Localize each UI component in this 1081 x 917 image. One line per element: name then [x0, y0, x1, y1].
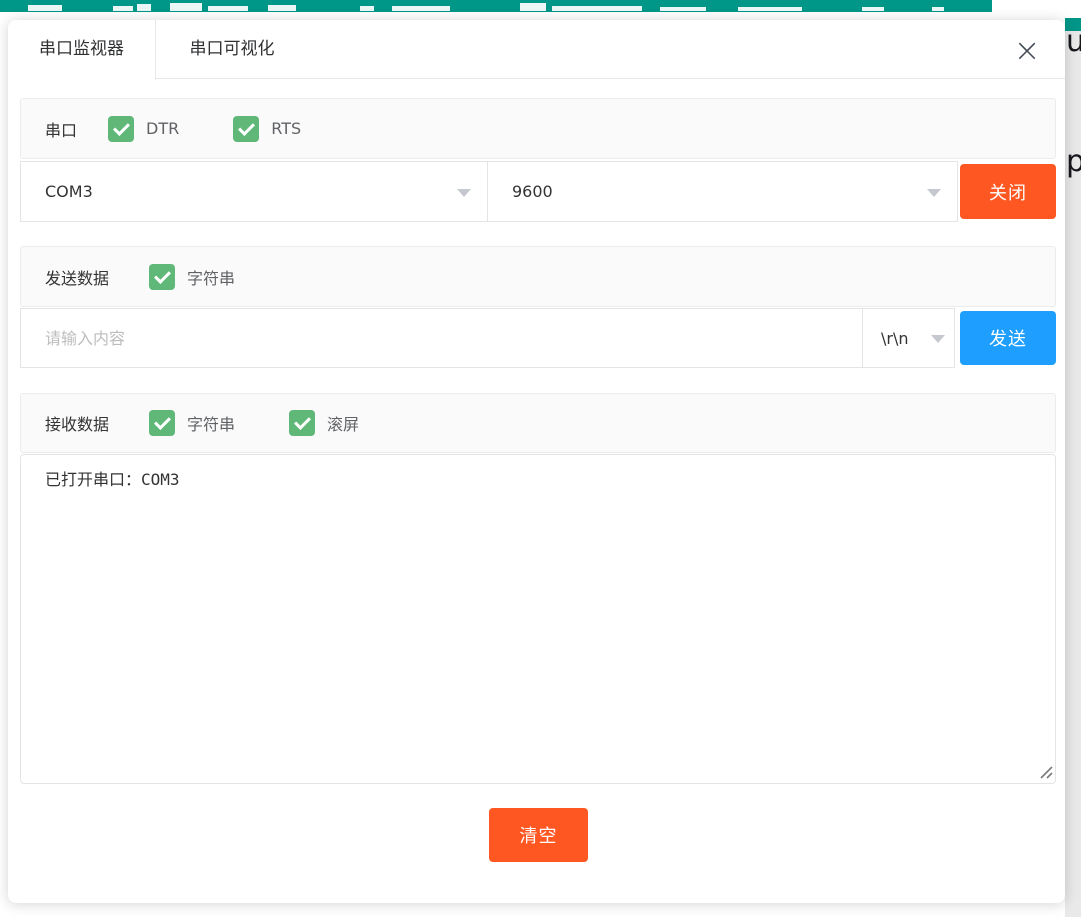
- toolbar-fragment: [392, 6, 450, 11]
- send-string-checkbox[interactable]: [149, 264, 175, 290]
- dtr-label: DTR: [146, 119, 179, 138]
- receive-output[interactable]: 已打开串口：COM3: [20, 454, 1056, 784]
- receive-output-prefix: 已打开串口：: [45, 470, 141, 489]
- toolbar-fragment: [862, 7, 884, 11]
- receive-section-header: 接收数据 字符串 滚屏: [20, 393, 1056, 453]
- toolbar-fragment: [932, 7, 944, 11]
- autoscroll-checkbox[interactable]: [289, 410, 315, 436]
- receive-output-value: COM3: [141, 470, 180, 489]
- receive-string-label: 字符串: [187, 411, 235, 435]
- receive-section-title: 接收数据: [45, 411, 109, 435]
- port-select[interactable]: COM3: [20, 161, 488, 222]
- chevron-down-icon: [457, 189, 471, 197]
- chevron-down-icon: [931, 335, 945, 343]
- serial-section-title: 串口: [45, 117, 77, 141]
- dialog-tabbar: 串口监视器 串口可视化 ×: [8, 20, 1065, 79]
- chevron-down-icon: [927, 189, 941, 197]
- send-string-label: 字符串: [187, 265, 235, 289]
- baud-select[interactable]: 9600: [487, 161, 958, 222]
- toolbar-fragment: [113, 6, 133, 11]
- toolbar-fragment: [137, 4, 151, 11]
- dtr-checkbox[interactable]: [108, 116, 134, 142]
- toolbar-fragment: [552, 6, 642, 11]
- port-close-button[interactable]: 关闭: [960, 164, 1056, 219]
- receive-string-checkbox[interactable]: [149, 410, 175, 436]
- background-panel: [1065, 0, 1081, 18]
- background-toolbar: [0, 0, 992, 12]
- toolbar-fragment: [520, 3, 546, 11]
- background-clipped-text: u: [1066, 24, 1081, 59]
- close-icon[interactable]: ×: [1007, 28, 1047, 72]
- toolbar-fragment: [738, 7, 802, 11]
- toolbar-fragment: [660, 7, 706, 11]
- rts-checkbox[interactable]: [233, 116, 259, 142]
- line-ending-value: \r\n: [881, 329, 909, 348]
- toolbar-fragment: [268, 5, 296, 11]
- baud-select-value: 9600: [512, 182, 553, 201]
- tab-serial-monitor[interactable]: 串口监视器: [8, 20, 156, 80]
- clear-button[interactable]: 清空: [489, 808, 588, 862]
- toolbar-fragment: [170, 3, 202, 11]
- rts-label: RTS: [271, 119, 301, 138]
- send-section-title: 发送数据: [45, 265, 109, 289]
- serial-section-header: 串口 DTR RTS: [20, 98, 1056, 159]
- resize-handle-icon[interactable]: [1038, 764, 1054, 780]
- line-ending-select[interactable]: \r\n: [862, 308, 955, 368]
- port-select-value: COM3: [45, 182, 93, 201]
- send-input[interactable]: [20, 308, 863, 368]
- toolbar-fragment: [28, 5, 62, 11]
- background-clipped-text: p: [1066, 144, 1081, 179]
- send-button[interactable]: 发送: [960, 311, 1056, 365]
- toolbar-fragment: [360, 6, 374, 11]
- tab-serial-visualization[interactable]: 串口可视化: [156, 20, 308, 79]
- send-section-header: 发送数据 字符串: [20, 246, 1056, 307]
- toolbar-fragment: [208, 6, 248, 11]
- background-page-edge: u p: [1065, 0, 1081, 917]
- autoscroll-label: 滚屏: [327, 411, 359, 435]
- serial-monitor-dialog: 串口监视器 串口可视化 × 串口 DTR RTS COM3 9600 关闭 发送…: [8, 20, 1065, 903]
